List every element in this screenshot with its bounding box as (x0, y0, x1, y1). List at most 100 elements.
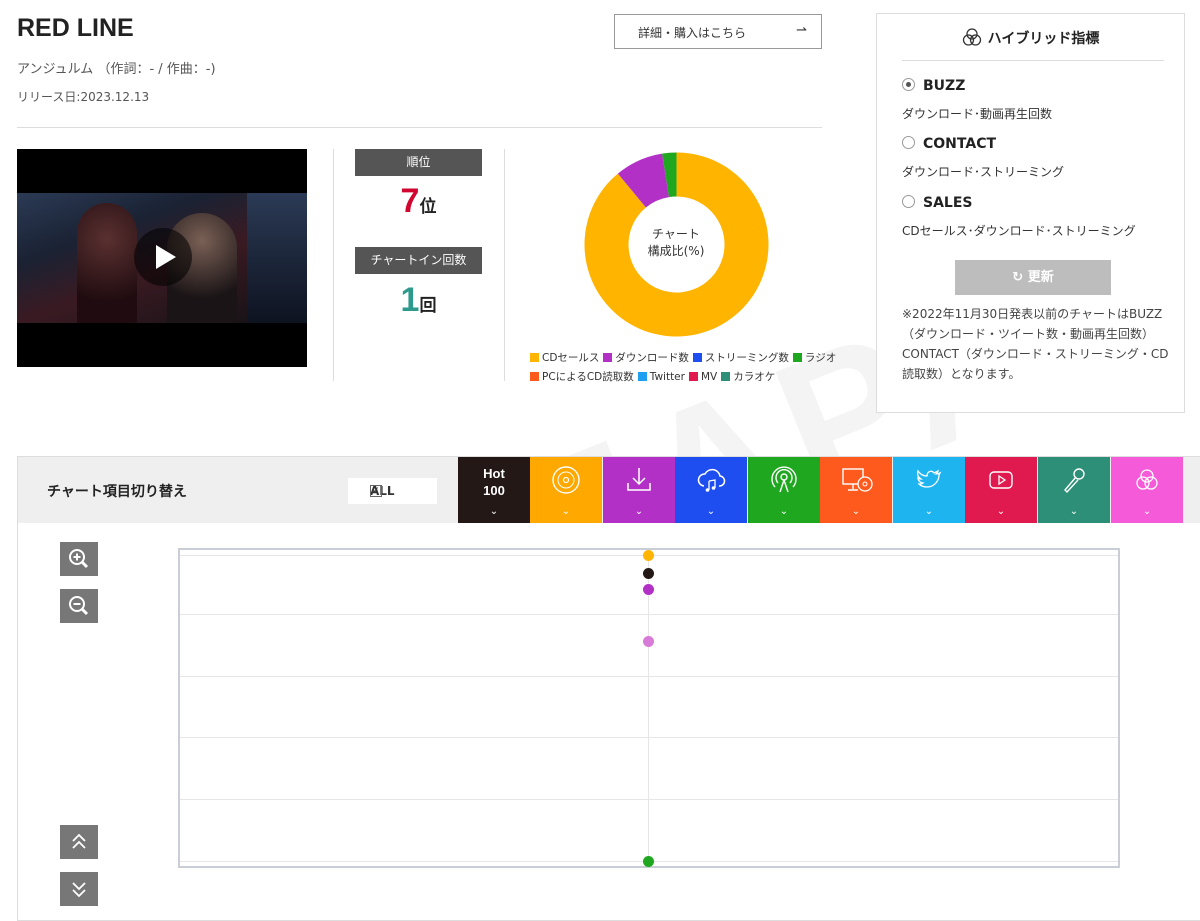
data-point[interactable] (643, 636, 654, 648)
chevron-down-icon: ⌄ (634, 506, 644, 517)
data-point[interactable] (643, 568, 654, 580)
hybrid-index-panel: ハイブリッド指標 BUZZ ダウンロード･動画再生回数 CONTACT ダウンロ… (876, 13, 1185, 413)
hybrid-note: ※2022年11月30日発表以前のチャートはBUZZ（ダウンロード・ツイート数・… (902, 307, 1169, 381)
category-cd-button[interactable]: ⌄ (530, 457, 602, 523)
legend-swatch (530, 353, 539, 362)
legend-label: CDセールス (542, 352, 600, 364)
release-date: リリース日:2023.12.13 (17, 90, 150, 104)
data-point[interactable] (643, 855, 654, 867)
arrow-icon: ⇀ (796, 23, 807, 38)
legend-item: CDセールス (530, 349, 599, 368)
streaming-icon (697, 468, 726, 492)
legend-label: ストリーミング数 (704, 352, 789, 364)
legend-swatch (530, 372, 539, 381)
legend-item: Twitter (637, 368, 685, 387)
legend-item: ダウンロード数 (603, 349, 689, 368)
legend-label: Twitter (649, 371, 685, 383)
twitter-icon (916, 469, 942, 488)
video-player[interactable] (17, 149, 307, 367)
chevron-down-icon: ⌄ (1142, 506, 1152, 517)
category-download-button[interactable]: ⌄ (603, 457, 675, 523)
zoom-out-button[interactable] (60, 589, 98, 623)
chart-switch-title: チャート項目切り替え (47, 484, 187, 500)
radio-selected-icon[interactable] (902, 78, 915, 91)
category-pc-cd-button[interactable]: ⌄ (820, 457, 892, 523)
zoom-out-icon (69, 596, 89, 616)
youtube-icon (989, 471, 1013, 489)
gridline (180, 613, 1118, 615)
radio-sales-label: SALES (923, 195, 973, 211)
category-karaoke-button[interactable]: ⌄ (1038, 457, 1110, 523)
legend-item: ラジオ (792, 349, 836, 368)
legend-label: ダウンロード数 (615, 352, 689, 364)
detail-purchase-button[interactable]: 詳細・購入はこちら ⇀ (614, 14, 822, 49)
legend-label: PCによるCD読取数 (542, 371, 634, 383)
hybrid-icon (1136, 469, 1158, 490)
data-point[interactable] (643, 549, 654, 561)
double-chevron-down-icon (72, 882, 86, 898)
donut-center-line2: 構成比(%) (647, 244, 705, 258)
divider (902, 60, 1164, 61)
chevron-down-icon: ⌄ (706, 506, 716, 517)
download-icon (627, 468, 651, 491)
legend-swatch (637, 372, 647, 381)
hybrid-icon (962, 28, 981, 46)
double-chevron-up-icon (72, 833, 86, 849)
update-button[interactable]: ↻ 更新 (955, 260, 1111, 295)
gridline (180, 675, 1118, 677)
category-hot100-button[interactable]: Hot 100 ⌄ (458, 457, 530, 523)
gridline (180, 799, 1118, 801)
hot100-label: Hot 100 (483, 466, 505, 498)
gridline (180, 737, 1118, 739)
x-gridline (648, 550, 649, 866)
zoom-in-icon (69, 549, 89, 569)
radio-contact[interactable]: CONTACT (902, 136, 996, 152)
rank-unit: 位 (419, 197, 437, 217)
update-label: 更新 (1027, 270, 1054, 285)
scroll-up-button[interactable] (60, 825, 98, 859)
radio-contact-label: CONTACT (923, 136, 997, 152)
category-twitter-button[interactable]: ⌄ (893, 457, 965, 523)
legend-item: PCによるCD読取数 (530, 368, 634, 387)
category-radio-button[interactable]: ⌄ (748, 457, 820, 523)
rank-number: 7 (400, 182, 420, 220)
category-hybrid-button[interactable]: ⌄ (1111, 457, 1183, 523)
zoom-in-button[interactable] (60, 542, 98, 576)
refresh-icon: ↻ (1012, 270, 1024, 285)
radio-buzz-desc: ダウンロード･動画再生回数 (902, 107, 1053, 121)
chevron-down-icon: ⌄ (1069, 506, 1079, 517)
chevron-down-icon: ⌄ (779, 506, 789, 517)
radio-buzz[interactable]: BUZZ (902, 78, 965, 94)
legend-swatch (692, 353, 702, 362)
data-point[interactable] (643, 583, 654, 595)
karaoke-icon (1064, 468, 1085, 494)
checkbox-icon[interactable]: ✓ (370, 485, 382, 497)
radio-sales[interactable]: SALES (902, 195, 973, 211)
hybrid-title-text: ハイブリッド指標 (987, 31, 1100, 47)
rank-value: 7位 (355, 182, 482, 221)
legend-swatch (688, 372, 698, 381)
donut-center-line1: チャート (652, 227, 700, 241)
all-toggle-button[interactable]: ✓ ALL (348, 478, 437, 504)
chartin-unit: 回 (419, 296, 437, 316)
scroll-down-button[interactable] (60, 872, 98, 906)
chevron-down-icon: ⌄ (851, 506, 861, 517)
chartin-heading: チャートイン回数 (355, 247, 482, 274)
pc-cd-icon (842, 468, 873, 492)
radio-sales-desc: CDセールス･ダウンロード･ストリーミング (902, 224, 1136, 238)
divider (333, 149, 334, 381)
composition-legend: CDセールス ダウンロード数 ストリーミング数 ラジオ PCによるCD読取数 Twitte… (530, 349, 850, 387)
legend-label: カラオケ (733, 371, 776, 383)
radio-icon[interactable] (902, 136, 915, 149)
legend-item: ストリーミング数 (692, 349, 789, 368)
artist-credit: アンジュルム （作詞：- / 作曲：-) (17, 62, 216, 77)
chevron-down-icon: ⌄ (561, 506, 571, 517)
category-mv-button[interactable]: ⌄ (965, 457, 1037, 523)
hybrid-title: ハイブリッド指標 (877, 28, 1184, 48)
rank-history-chart (178, 548, 1120, 868)
divider (504, 149, 505, 381)
chart-switch-bar: チャート項目切り替え ✓ ALL Hot 100 ⌄ ⌄ ⌄ ⌄ ⌄ ⌄ ⌄ ⌄… (18, 457, 1200, 523)
radio-icon[interactable] (902, 195, 915, 208)
play-icon[interactable] (134, 228, 192, 286)
category-streaming-button[interactable]: ⌄ (675, 457, 747, 523)
